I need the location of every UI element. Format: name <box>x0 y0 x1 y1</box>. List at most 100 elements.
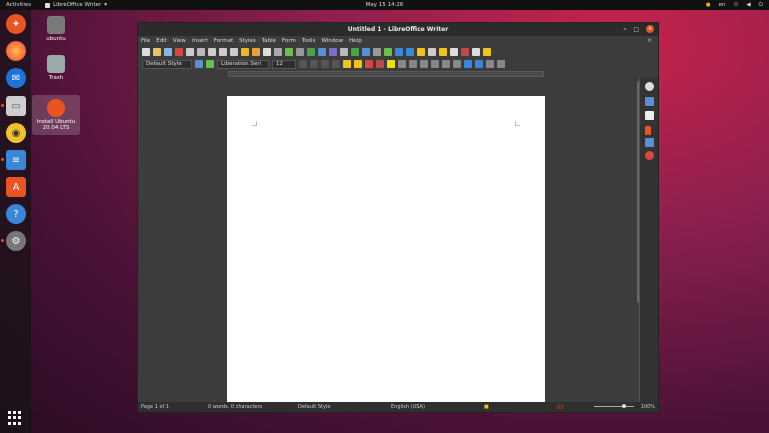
underline-icon[interactable] <box>321 60 329 68</box>
bold-icon[interactable] <box>299 60 307 68</box>
numbering-icon[interactable] <box>453 60 461 68</box>
decrease-indent-icon[interactable] <box>475 60 483 68</box>
paragraph-style-select[interactable]: Default Style <box>142 59 192 69</box>
spelling-icon[interactable] <box>285 48 293 56</box>
document-page[interactable] <box>227 96 545 403</box>
align-right-icon[interactable] <box>420 60 428 68</box>
settings-icon[interactable]: ⚙ <box>1 231 26 251</box>
cross-reference-icon[interactable] <box>428 48 436 56</box>
page-style[interactable]: Default Style <box>298 404 330 410</box>
find-replace-icon[interactable] <box>274 48 282 56</box>
line-spacing-icon[interactable] <box>497 60 505 68</box>
italic-icon[interactable] <box>310 60 318 68</box>
insert-textbox-icon[interactable] <box>340 48 348 56</box>
sidebar-settings-icon[interactable] <box>645 82 654 91</box>
font-size-select[interactable]: 12 <box>272 59 296 69</box>
new-style-icon[interactable] <box>206 60 214 68</box>
redo-icon[interactable] <box>263 48 271 56</box>
align-center-icon[interactable] <box>409 60 417 68</box>
export-pdf-icon[interactable] <box>175 48 183 56</box>
save-icon[interactable] <box>164 48 172 56</box>
ubuntu-software-icon[interactable]: A <box>6 177 26 197</box>
superscript-icon[interactable] <box>343 60 351 68</box>
bookmark-icon[interactable] <box>417 48 425 56</box>
paste-icon[interactable] <box>230 48 238 56</box>
menu-view[interactable]: View <box>173 38 186 44</box>
page-break-icon[interactable] <box>351 48 359 56</box>
system-status[interactable]: ● en ⚇ ◀ ⏻ <box>706 2 763 9</box>
zoom-slider[interactable] <box>594 404 634 408</box>
copy-icon[interactable] <box>219 48 227 56</box>
menu-format[interactable]: Format <box>214 38 233 44</box>
bullets-icon[interactable] <box>442 60 450 68</box>
language[interactable]: English (USA) <box>391 404 425 410</box>
special-character-icon[interactable] <box>373 48 381 56</box>
font-color-icon[interactable] <box>376 60 384 68</box>
page-count[interactable]: Page 1 of 1 <box>141 404 169 410</box>
menu-edit[interactable]: Edit <box>156 38 167 44</box>
minimize-button[interactable]: – <box>623 26 626 33</box>
rhythmbox-icon[interactable]: ◉ <box>6 123 26 143</box>
print-preview-icon[interactable] <box>197 48 205 56</box>
document-area[interactable] <box>138 78 635 403</box>
insert-chart-icon[interactable] <box>329 48 337 56</box>
clear-formatting-icon[interactable] <box>365 60 373 68</box>
undo-icon[interactable] <box>252 48 260 56</box>
app-menu[interactable]: LibreOffice Writer ▾ <box>45 2 107 8</box>
close-button[interactable]: × <box>646 25 654 33</box>
sidebar-toggle-icon[interactable] <box>483 48 491 56</box>
activities-button[interactable]: Activities <box>6 2 31 8</box>
cut-icon[interactable] <box>208 48 216 56</box>
menu-window[interactable]: Window <box>321 38 343 44</box>
new-icon[interactable] <box>142 48 150 56</box>
word-count[interactable]: 0 words, 0 characters <box>208 404 262 410</box>
comment-icon[interactable] <box>439 48 447 56</box>
horizontal-ruler[interactable] <box>138 70 658 78</box>
desktop-icon-install-ubuntu[interactable]: Install Ubuntu 20.04 LTS <box>32 95 80 135</box>
subscript-icon[interactable] <box>354 60 362 68</box>
menu-help[interactable]: Help <box>349 38 362 44</box>
sidebar-navigator-icon[interactable] <box>645 151 654 160</box>
increase-indent-icon[interactable] <box>464 60 472 68</box>
draw-line-icon[interactable] <box>461 48 469 56</box>
files-icon[interactable]: ▭ <box>1 96 26 116</box>
formatting-marks-icon[interactable] <box>296 48 304 56</box>
insert-image-icon[interactable] <box>318 48 326 56</box>
menu-insert[interactable]: Insert <box>192 38 208 44</box>
align-left-icon[interactable] <box>398 60 406 68</box>
sidebar-styles-icon[interactable] <box>645 126 651 135</box>
menu-table[interactable]: Table <box>262 38 276 44</box>
highlight-icon[interactable] <box>387 60 395 68</box>
sidebar-gallery-icon[interactable] <box>645 138 654 147</box>
insert-field-icon[interactable] <box>362 48 370 56</box>
menu-tools[interactable]: Tools <box>302 38 316 44</box>
desktop-icon-trash[interactable]: Trash <box>32 55 80 81</box>
basic-shapes-icon[interactable] <box>472 48 480 56</box>
help-icon[interactable]: ? <box>6 204 26 224</box>
footnote-icon[interactable] <box>395 48 403 56</box>
maximize-button[interactable]: □ <box>633 26 639 33</box>
clock[interactable]: May 15 14:26 <box>366 2 404 8</box>
menu-form[interactable]: Form <box>282 38 296 44</box>
justify-icon[interactable] <box>431 60 439 68</box>
insert-table-icon[interactable] <box>307 48 315 56</box>
software-updater-icon[interactable]: ✦ <box>6 14 26 34</box>
thunderbird-icon[interactable]: ✉ <box>6 68 26 88</box>
endnote-icon[interactable] <box>406 48 414 56</box>
input-source-label[interactable]: en <box>719 2 726 8</box>
desktop-icon-home[interactable]: ubuntu <box>32 16 80 42</box>
close-document-button[interactable]: × <box>647 37 652 44</box>
sidebar-page-icon[interactable] <box>645 111 654 120</box>
clone-formatting-icon[interactable] <box>241 48 249 56</box>
sidebar-properties-icon[interactable] <box>645 97 654 106</box>
show-applications-icon[interactable] <box>8 411 22 425</box>
update-style-icon[interactable] <box>195 60 203 68</box>
menu-file[interactable]: File <box>141 38 150 44</box>
font-name-select[interactable]: Liberation Seri <box>217 59 269 69</box>
window-titlebar[interactable]: Untitled 1 - LibreOffice Writer – □ × <box>138 23 658 36</box>
firefox-icon[interactable] <box>6 41 26 61</box>
view-layout-icon[interactable]: ▯▯▯ <box>556 404 564 410</box>
libreoffice-writer-icon[interactable]: ≡ <box>1 150 26 170</box>
strikethrough-icon[interactable] <box>332 60 340 68</box>
menu-styles[interactable]: Styles <box>239 38 256 44</box>
